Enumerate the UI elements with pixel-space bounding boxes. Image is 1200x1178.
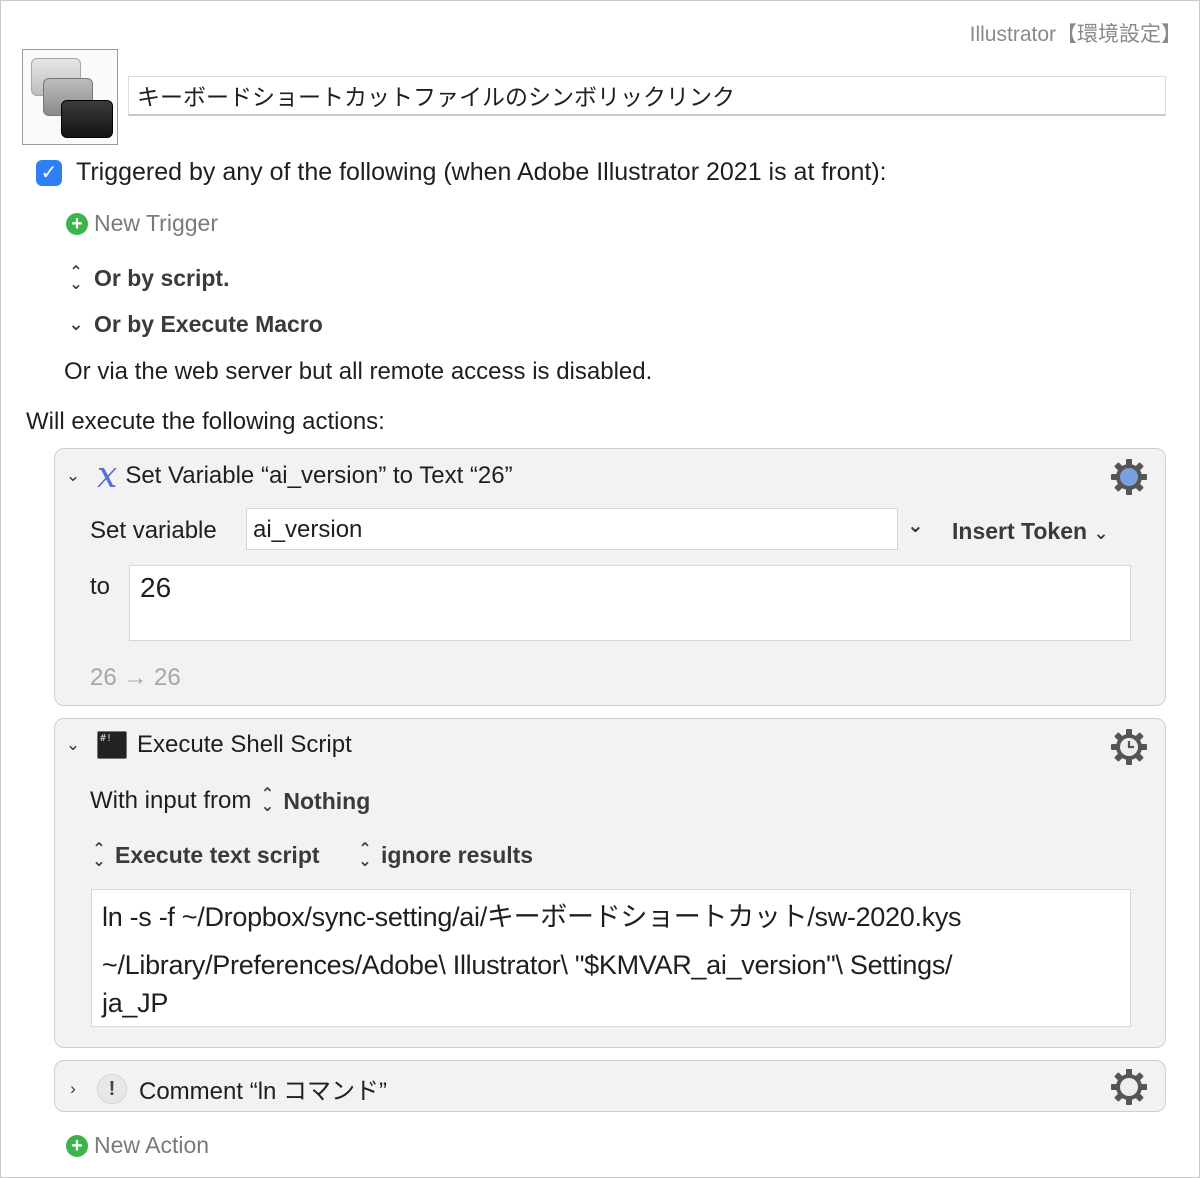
to-label: to	[90, 573, 111, 600]
web-server-note: Or via the web server but all remote acc…	[64, 358, 653, 385]
up-down-chevron-icon: ⌃ ⌄	[69, 263, 83, 293]
set-variable-label: Set variable	[90, 517, 217, 544]
action-header: ⌄ #! Execute Shell Script	[65, 731, 352, 759]
action-title: Set Variable “ai_version” to Text “26”	[125, 462, 513, 489]
script-line: ~/Library/Preferences/Adobe\ Illustrator…	[102, 950, 953, 980]
input-from-label: With input from	[90, 787, 252, 814]
execute-mode-popup[interactable]: ⌃ ⌄ Execute text script	[89, 840, 320, 870]
chevron-down-icon: ⌄	[68, 314, 84, 334]
variable-menu-chevron-icon[interactable]: ⌄	[907, 513, 924, 538]
action-comment: › ! Comment “ln コマンド”	[54, 1060, 1166, 1112]
chevron-down-icon[interactable]: ⌄	[65, 466, 81, 486]
macro-icon[interactable]	[22, 49, 118, 145]
new-action-label: New Action	[94, 1132, 210, 1158]
input-source-popup[interactable]: ⌃ ⌄ Nothing	[257, 786, 371, 815]
action-title: Execute Shell Script	[137, 731, 352, 758]
action-set-variable: ⌄ x Set Variable “ai_version” to Text “2…	[54, 448, 1166, 706]
insert-token-label: Insert Token	[952, 518, 1088, 544]
shell-script-editor[interactable]: ln -s -f ~/Dropbox/sync-setting/ai/キーボード…	[91, 889, 1131, 1027]
action-execute-shell-script: ⌄ #! Execute Shell Script With input fro…	[54, 718, 1166, 1048]
script-line: ja_JP	[102, 988, 169, 1018]
or-by-execute-macro-label: Or by Execute Macro	[94, 311, 323, 337]
input-source-row: With input from ⌃ ⌄ Nothing	[90, 787, 370, 815]
macro-name-field[interactable]: キーボードショートカットファイルのシンボリックリンク	[128, 76, 1166, 116]
text-preview: 26 → 26	[90, 664, 181, 691]
action-title: Comment “ln コマンド”	[139, 1078, 388, 1105]
up-down-chevron-icon: ⌃ ⌄	[260, 786, 275, 815]
icon-card-front	[61, 100, 113, 138]
action-header: › ! Comment “ln コマンド”	[65, 1071, 387, 1106]
variable-x-icon: x	[97, 455, 118, 496]
trigger-heading: Triggered by any of the following (when …	[76, 158, 887, 186]
variable-name-field[interactable]: ai_version	[246, 508, 898, 550]
trigger-header: ✓ Triggered by any of the following (whe…	[36, 158, 887, 187]
chevron-down-icon: ⌄	[1093, 523, 1109, 543]
text-value-field[interactable]: 26	[129, 565, 1131, 641]
gear-icon[interactable]	[1109, 1067, 1149, 1107]
plus-circle-icon: +	[66, 212, 88, 235]
terminal-icon: #!	[97, 731, 127, 759]
or-by-script-label: Or by script.	[94, 265, 230, 291]
up-down-chevron-icon: ⌃ ⌄	[358, 840, 372, 870]
gear-icon[interactable]	[1109, 457, 1149, 497]
macro-group-label: Illustrator【環境設定】	[969, 23, 1182, 46]
input-source-value: Nothing	[283, 787, 371, 814]
exclamation-icon: !	[97, 1073, 127, 1104]
chevron-right-icon[interactable]: ›	[65, 1079, 81, 1099]
plus-circle-icon: +	[66, 1134, 88, 1157]
script-line: ln -s -f ~/Dropbox/sync-setting/ai/キーボード…	[102, 902, 962, 932]
actions-heading: Will execute the following actions:	[26, 408, 385, 435]
insert-token-menu[interactable]: Insert Token ⌄	[952, 518, 1109, 545]
new-action-button[interactable]: + New Action	[66, 1132, 209, 1159]
or-by-script-toggle[interactable]: ⌃ ⌄ Or by script.	[66, 263, 230, 293]
new-trigger-label: New Trigger	[94, 210, 218, 236]
enable-triggers-checkbox[interactable]: ✓	[36, 159, 62, 186]
or-by-execute-macro-toggle[interactable]: ⌄ Or by Execute Macro	[66, 311, 323, 338]
new-trigger-button[interactable]: + New Trigger	[66, 210, 218, 237]
execute-mode-value: Execute text script	[115, 842, 320, 868]
chevron-down-icon[interactable]: ⌄	[65, 735, 81, 755]
gear-icon[interactable]	[1109, 727, 1149, 767]
up-down-chevron-icon: ⌃ ⌄	[92, 840, 106, 870]
results-mode-value: ignore results	[381, 842, 534, 868]
action-header: ⌄ x Set Variable “ai_version” to Text “2…	[65, 455, 513, 496]
results-mode-popup[interactable]: ⌃ ⌄ ignore results	[355, 840, 534, 870]
